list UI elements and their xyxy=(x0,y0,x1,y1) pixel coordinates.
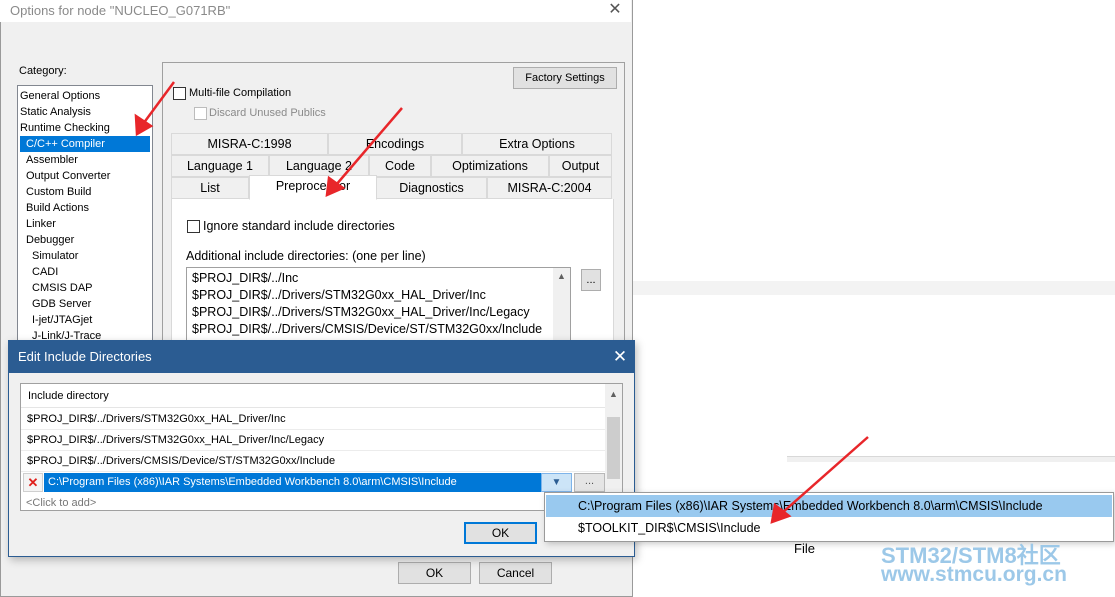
dir-path: $PROJ_DIR$/../Drivers/STM32G0xx_HAL_Driv… xyxy=(27,434,325,446)
tab-misra-2004[interactable]: MISRA-C:2004 xyxy=(487,177,612,199)
tab-code[interactable]: Code xyxy=(369,155,431,177)
tab-encodings[interactable]: Encodings xyxy=(328,133,462,155)
cancel-button[interactable]: Cancel xyxy=(479,562,552,584)
browse-button[interactable]: ... xyxy=(581,269,601,291)
multi-file-label: Multi-file Compilation xyxy=(189,87,292,99)
category-item[interactable]: Static Analysis xyxy=(18,104,91,120)
category-item[interactable]: Linker xyxy=(18,216,56,232)
dir-path: $PROJ_DIR$/../Drivers/CMSIS/Device/ST/ST… xyxy=(27,455,336,467)
ignore-std-include-label: Ignore standard include directories xyxy=(203,219,395,233)
tab-optimizations[interactable]: Optimizations xyxy=(431,155,549,177)
scrollbar-thumb[interactable] xyxy=(607,417,620,479)
tab-language-2[interactable]: Language 2 xyxy=(269,155,369,177)
category-item[interactable]: Output Converter xyxy=(18,168,110,184)
background-file-label: File xyxy=(794,541,815,556)
category-label: Category: xyxy=(19,65,67,77)
include-line: $PROJ_DIR$/../Drivers/STM32G0xx_HAL_Driv… xyxy=(192,305,530,319)
dropdown-option[interactable]: C:\Program Files (x86)\IAR Systems\Embed… xyxy=(546,495,1112,517)
category-item[interactable]: Custom Build xyxy=(18,184,91,200)
browse-ellipsis-button[interactable]: ... xyxy=(574,473,605,492)
dir-path: $PROJ_DIR$/../Drivers/STM32G0xx_HAL_Driv… xyxy=(27,413,286,425)
tab-misra-1998[interactable]: MISRA-C:1998 xyxy=(171,133,328,155)
include-line: $PROJ_DIR$/../Inc xyxy=(192,271,299,285)
ignore-std-include-checkbox[interactable] xyxy=(187,220,200,233)
tab-output[interactable]: Output xyxy=(549,155,612,177)
ok-button[interactable]: OK xyxy=(464,522,537,544)
watermark-url: www.stmcu.org.cn xyxy=(881,563,1067,586)
category-item[interactable]: I-jet/JTAGjet xyxy=(18,312,92,328)
category-item[interactable]: Assembler xyxy=(18,152,78,168)
close-icon[interactable]: ✕ xyxy=(605,0,625,20)
category-item[interactable]: Simulator xyxy=(18,248,78,264)
click-to-add-row[interactable]: <Click to add> xyxy=(26,497,96,509)
dropdown-option[interactable]: $TOOLKIT_DIR$\CMSIS\Include xyxy=(546,517,1112,539)
delete-icon[interactable]: ✕ xyxy=(23,473,43,492)
include-line: $PROJ_DIR$/../Drivers/CMSIS/Device/ST/ST… xyxy=(192,322,543,336)
ok-button[interactable]: OK xyxy=(398,562,471,584)
scroll-up-icon[interactable]: ▲ xyxy=(605,387,622,401)
discard-unused-checkbox xyxy=(194,107,207,120)
category-item[interactable]: CADI xyxy=(18,264,58,280)
multi-file-checkbox[interactable] xyxy=(173,87,186,100)
column-header-label: Include directory xyxy=(28,390,109,402)
tab-list[interactable]: List xyxy=(171,177,249,199)
category-item[interactable]: General Options xyxy=(18,88,100,104)
edit-dialog-title: Edit Include Directories xyxy=(18,349,152,364)
directory-edit-input[interactable]: C:\Program Files (x86)\IAR Systems\Embed… xyxy=(44,473,541,492)
discard-unused-label: Discard Unused Publics xyxy=(209,107,326,119)
chevron-down-icon[interactable]: ▼ xyxy=(541,473,572,492)
category-item[interactable]: CMSIS DAP xyxy=(18,280,93,296)
options-title: Options for node "NUCLEO_G071RB" xyxy=(10,3,231,18)
additional-include-label: Additional include directories: (one per… xyxy=(186,249,426,263)
category-list: General Options Static Analysis Runtime Ch… xyxy=(17,85,153,345)
category-item[interactable]: Runtime Checking xyxy=(18,120,110,136)
close-icon[interactable]: ✕ xyxy=(609,346,631,368)
category-item[interactable]: C/C++ Compiler xyxy=(20,136,150,152)
include-line: $PROJ_DIR$/../Drivers/STM32G0xx_HAL_Driv… xyxy=(192,288,486,302)
tab-language-1[interactable]: Language 1 xyxy=(171,155,269,177)
tab-diagnostics[interactable]: Diagnostics xyxy=(376,177,487,199)
factory-settings-button[interactable]: Factory Settings xyxy=(513,67,617,89)
directory-dropdown-list: C:\Program Files (x86)\IAR Systems\Embed… xyxy=(544,492,1114,542)
category-item[interactable]: GDB Server xyxy=(18,296,91,312)
background-band xyxy=(633,281,1115,295)
tab-extra-options[interactable]: Extra Options xyxy=(462,133,612,155)
category-item[interactable]: Build Actions xyxy=(18,200,89,216)
category-item[interactable]: Debugger xyxy=(18,232,74,248)
scroll-up-icon[interactable]: ▲ xyxy=(553,268,570,285)
background-scrollbar xyxy=(787,456,1115,462)
include-directories-textarea[interactable]: $PROJ_DIR$/../Inc $PROJ_DIR$/../Drivers/… xyxy=(186,267,571,347)
tab-preprocessor[interactable]: Preprocessor xyxy=(249,175,377,200)
